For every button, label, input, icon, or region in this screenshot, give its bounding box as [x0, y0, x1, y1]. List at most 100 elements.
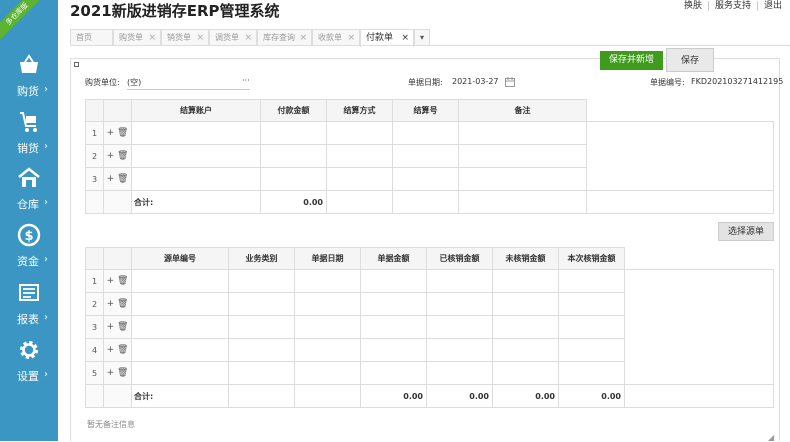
supplier-picker-button[interactable]: ···	[242, 76, 250, 85]
table-total-row: 合计: 0.00 0.00 0.00 0.00	[85, 384, 774, 408]
skin-link[interactable]: 换肤	[678, 1, 708, 11]
payment-amount-cell[interactable]	[260, 144, 327, 168]
close-icon[interactable]: ×	[299, 30, 307, 46]
column-header: 付款金额	[260, 99, 327, 122]
close-icon[interactable]: ×	[401, 30, 409, 46]
save-button[interactable]: 保存	[666, 48, 714, 72]
tab-home[interactable]: 首页	[70, 29, 113, 46]
top-links: 换肤 服务支持 退出	[678, 0, 788, 12]
settlement-number-cell[interactable]	[392, 121, 459, 145]
support-link[interactable]: 服务支持	[707, 1, 757, 11]
settlement-method-cell[interactable]	[326, 167, 393, 191]
supplier-input[interactable]: (空)	[127, 77, 141, 88]
settlement-number-cell[interactable]	[392, 144, 459, 168]
nav-item-reports[interactable]: 报表 ›	[0, 281, 58, 337]
tab-transfer-order[interactable]: 调货单 ×	[209, 29, 257, 46]
column-header: 未核销金额	[492, 247, 559, 270]
app-title: 2021新版进销存ERP管理系统	[70, 2, 280, 20]
date-label: 单据日期:	[408, 78, 443, 87]
table-row: 1 + 🗑	[85, 121, 774, 191]
date-input[interactable]: 2021-03-27	[452, 77, 499, 86]
settlement-account-cell[interactable]	[131, 121, 261, 145]
tab-purchase-order[interactable]: 购货单 ×	[113, 29, 161, 46]
column-header: 结算方式	[326, 99, 393, 122]
row-actions[interactable]: + 🗑	[103, 338, 132, 362]
tab-inventory-query[interactable]: 库存查询 ×	[257, 29, 312, 46]
nav-item-sales[interactable]: 销货 ›	[0, 110, 58, 166]
nav-label-warehouse: 仓库	[17, 198, 39, 211]
row-number: 3	[85, 167, 104, 191]
row-number: 4	[85, 338, 104, 362]
doc-number-label: 单据编号:	[650, 78, 685, 87]
source-document-table: 源单编号 业务类别 单据日期 单据金额 已核销金额 未核销金额 本次核销金额 1…	[85, 247, 774, 408]
payment-amount-cell[interactable]	[260, 167, 327, 191]
total-outstanding-amount: 0.00	[492, 384, 559, 408]
settlement-table: 结算账户 付款金额 结算方式 结算号 备注 1 + 🗑 2 + 🗑 3 + 🗑 …	[85, 99, 774, 214]
gear-icon	[20, 341, 38, 359]
select-source-button[interactable]: 选择源单	[718, 222, 774, 241]
remark-cell[interactable]	[458, 121, 587, 145]
remark-cell[interactable]	[458, 144, 587, 168]
row-actions[interactable]: + 🗑	[103, 361, 132, 385]
edition-badge-text: 多仓库版	[0, 0, 40, 40]
tab-label: 收款单	[318, 33, 342, 42]
nav-item-purchase[interactable]: 购货 ›	[0, 53, 58, 109]
cart-icon	[20, 112, 37, 132]
calendar-icon[interactable]	[505, 77, 515, 87]
close-icon[interactable]: ×	[196, 30, 204, 46]
total-written-off-amount: 0.00	[426, 384, 493, 408]
tab-receipt-order[interactable]: 收款单 ×	[312, 29, 360, 46]
row-number: 2	[85, 144, 104, 168]
nav-item-warehouse[interactable]: 仓库 ›	[0, 166, 58, 222]
settlement-method-cell[interactable]	[326, 121, 393, 145]
column-header: 单据日期	[294, 247, 361, 270]
row-number: 5	[85, 361, 104, 385]
row-actions[interactable]: + 🗑	[103, 144, 132, 168]
collapse-toggle-icon[interactable]	[74, 62, 79, 67]
close-icon[interactable]: ×	[148, 30, 156, 46]
settlement-account-cell[interactable]	[131, 144, 261, 168]
row-number: 1	[85, 269, 104, 293]
column-header: 源单编号	[131, 247, 229, 270]
settlement-method-cell[interactable]	[326, 144, 393, 168]
settlement-number-cell[interactable]	[392, 167, 459, 191]
row-actions[interactable]: + 🗑	[103, 167, 132, 191]
chevron-right-icon: ›	[44, 84, 48, 95]
tab-sales-order[interactable]: 销货单 ×	[161, 29, 209, 46]
remark-cell[interactable]	[458, 167, 587, 191]
chevron-right-icon: ›	[44, 141, 48, 152]
column-header: 备注	[458, 99, 587, 122]
nav-label-reports: 报表	[17, 313, 39, 326]
payment-amount-cell[interactable]	[260, 121, 327, 145]
nav-label-funds: 资金	[17, 255, 39, 268]
settlement-account-cell[interactable]	[131, 167, 261, 191]
row-actions[interactable]: + 🗑	[103, 269, 132, 293]
tab-more-dropdown[interactable]: ▾	[414, 29, 430, 46]
supplier-input-underline	[127, 89, 250, 90]
save-and-new-button[interactable]: 保存并新增	[600, 51, 663, 70]
svg-text:$: $	[24, 229, 33, 244]
chevron-right-icon: ›	[44, 369, 48, 380]
tab-label: 销货单	[167, 33, 191, 42]
money-icon: $	[17, 223, 41, 247]
column-header: 已核销金额	[426, 247, 493, 270]
row-actions[interactable]: + 🗑	[103, 292, 132, 316]
close-icon[interactable]: ×	[244, 30, 252, 46]
remark-textarea[interactable]: 暂无备注信息	[87, 419, 135, 430]
close-icon[interactable]: ×	[347, 30, 355, 46]
row-actions[interactable]: + 🗑	[103, 315, 132, 339]
column-header: 单据金额	[360, 247, 427, 270]
basket-icon	[20, 54, 38, 73]
chevron-right-icon: ›	[44, 312, 48, 323]
column-header: 业务类别	[228, 247, 295, 270]
tab-label: 调货单	[215, 33, 239, 42]
nav-item-settings[interactable]: 设置 ›	[0, 338, 58, 394]
row-number: 2	[85, 292, 104, 316]
total-label: 合计:	[131, 384, 229, 408]
nav-label-sales: 销货	[17, 142, 39, 155]
total-document-amount: 0.00	[360, 384, 427, 408]
row-actions[interactable]: + 🗑	[103, 121, 132, 145]
logout-link[interactable]: 退出	[756, 1, 788, 11]
row-number: 3	[85, 315, 104, 339]
nav-item-funds[interactable]: $ 资金 ›	[0, 223, 58, 279]
